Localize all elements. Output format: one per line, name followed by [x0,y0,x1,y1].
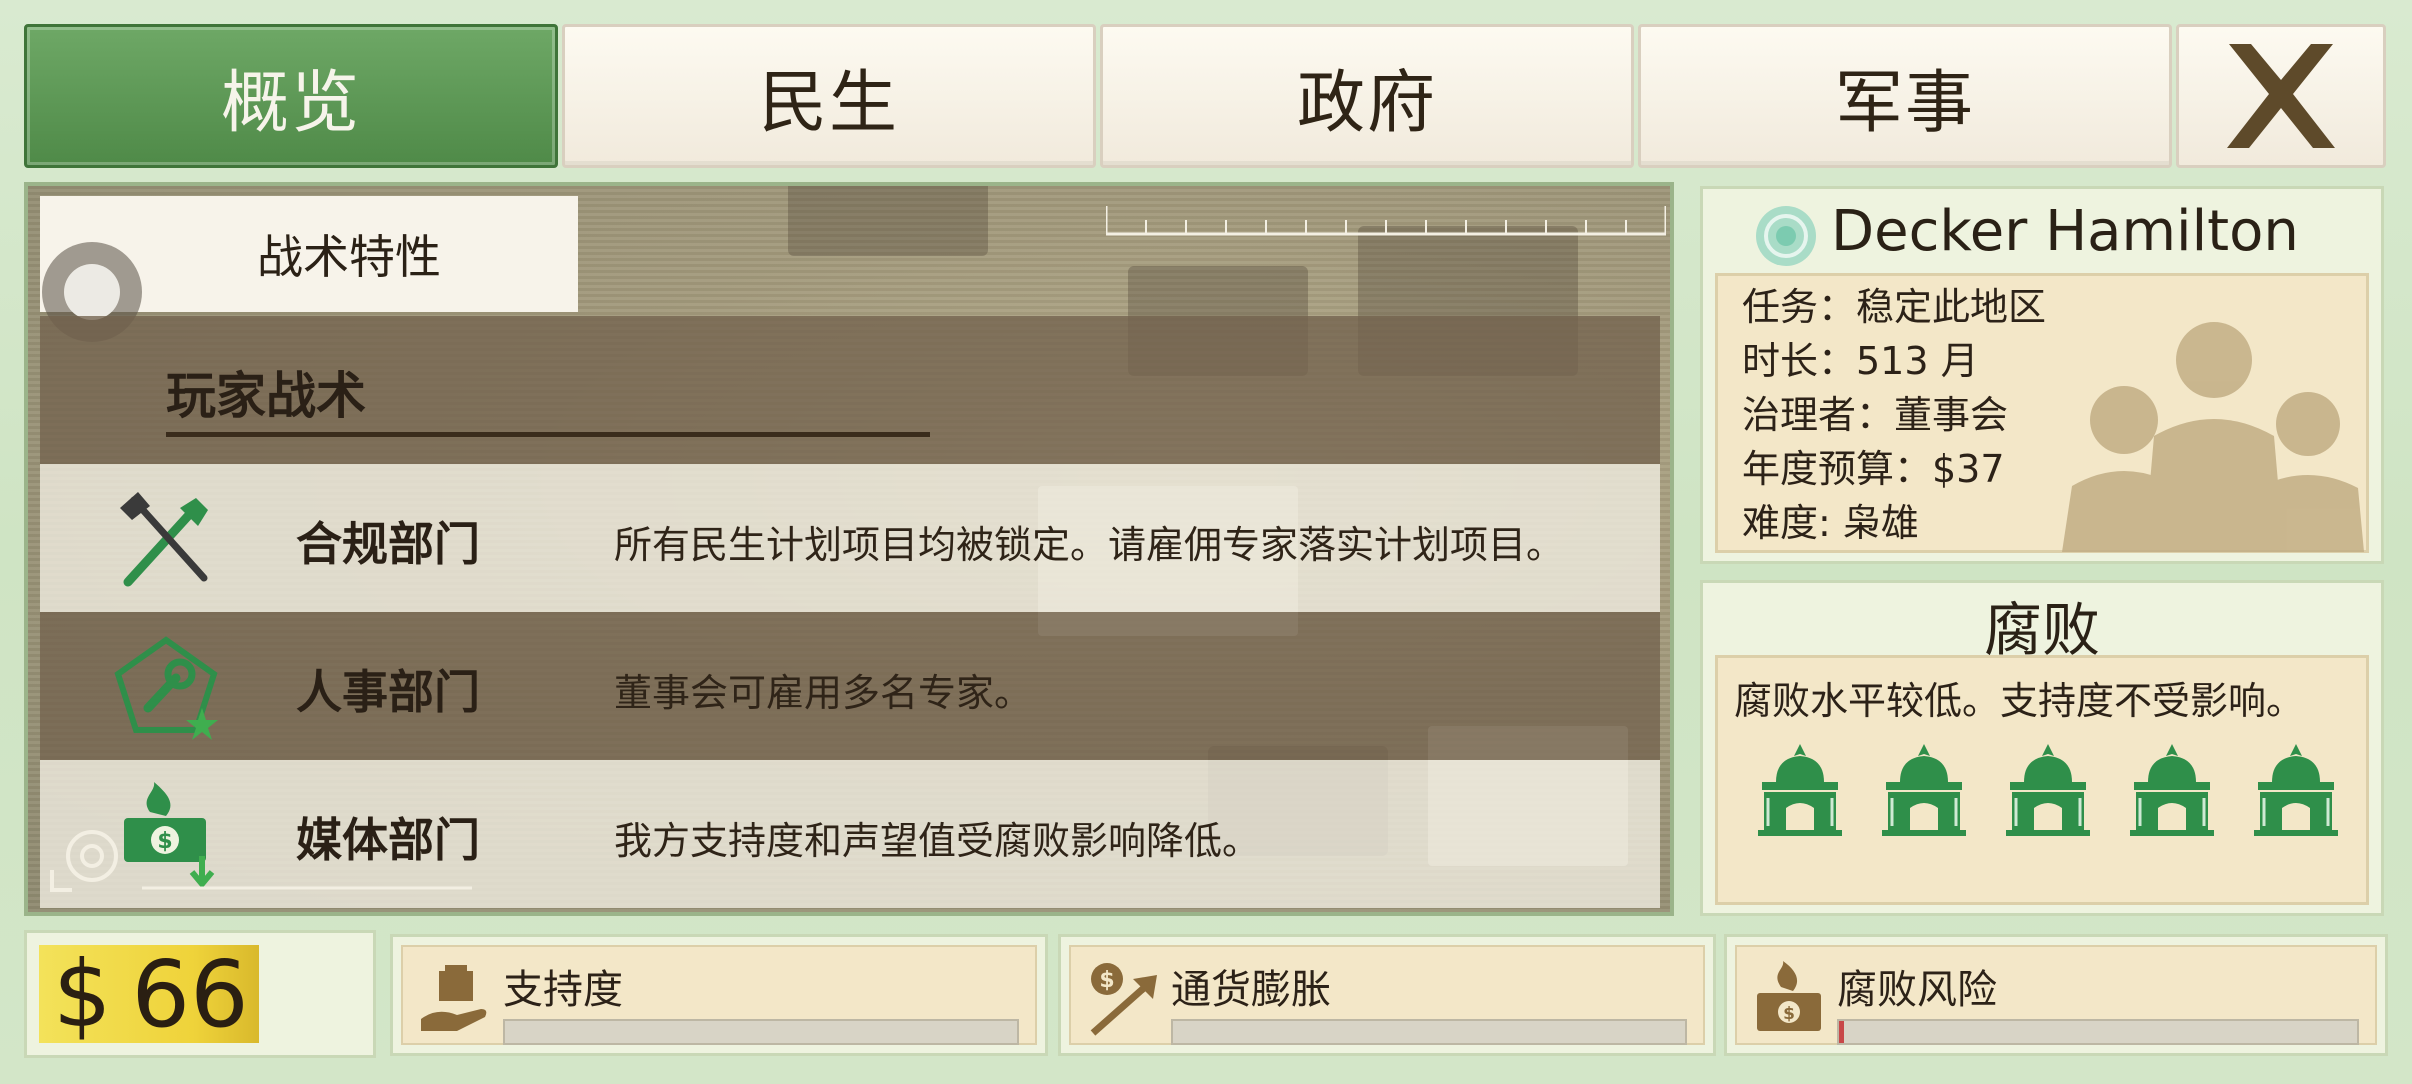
corruption-building-icon [2006,744,2090,836]
tab-government-label: 政府 [1296,63,1437,143]
tab-livelihood-label: 民生 [758,63,899,143]
money-display: $ 66 [24,930,376,1058]
target-decoration [50,830,472,892]
leader-name: Decker Hamilton [1831,199,2299,264]
tab-government[interactable]: 政府 [1100,24,1634,168]
close-button[interactable] [2176,24,2386,168]
duration-text: 时长：513 月 [1742,339,1979,383]
inflation-label: 通货膨胀 [1171,967,1331,1013]
corruption-risk-icon: $ [1757,961,1821,1031]
tab-military-label: 军事 [1834,63,1975,143]
budget-text: 年度预算：$37 [1742,447,2005,491]
corruption-building-icon [1882,744,1966,836]
trait-name: 人事部门 [296,665,480,719]
money-value: $ 66 [39,941,259,1048]
trait-desc: 所有民生计划项目均被锁定。请雇佣专家落实计划项目。 [614,523,1565,567]
corruption-building-icon [2130,744,2214,836]
governor-text: 治理者：董事会 [1742,393,2009,437]
support-label: 支持度 [503,967,623,1013]
tab-overview[interactable]: 概览 [24,24,558,168]
tools-cross-icon [120,492,208,587]
player-tactics-header: 玩家战术 [40,316,1660,464]
tab-livelihood[interactable]: 民生 [562,24,1096,168]
money-amount: 66 [131,940,249,1048]
corruption-card: 腐败 腐败水平较低。支持度不受影响。 [1700,580,2384,916]
svg-text:$: $ [1099,968,1114,993]
ruler-decoration [1106,206,1666,236]
svg-text:$: $ [1783,1004,1795,1024]
section-underline [166,432,930,437]
corruption-icons [1754,742,2354,842]
corruption-building-icon [2254,744,2338,836]
mission-text: 任务：稳定此地区 [1742,285,2047,329]
support-hand-icon [421,965,487,1031]
support-bar [503,1019,1019,1045]
corruption-risk-bar [1837,1019,2359,1045]
tab-overview-label: 概览 [220,63,361,143]
trait-desc: 董事会可雇用多名专家。 [614,671,1033,715]
profile-details: 任务：稳定此地区 时长：513 月 治理者：董事会 年度预算：$37 难度: 枭… [1715,273,2369,553]
tactical-traits-subtab-label: 战术特性 [257,230,441,284]
corruption-building-icon [1758,744,1842,836]
corruption-risk-stat[interactable]: $ 腐败风险 [1724,934,2388,1056]
corruption-risk-bar-fill [1839,1021,1845,1043]
player-tactics-title: 玩家战术 [166,367,366,425]
close-x-icon [2227,44,2335,148]
trait-row[interactable]: 合规部门 所有民生计划项目均被锁定。请雇佣专家落实计划项目。 [40,464,1660,612]
inflation-bar [1171,1019,1687,1045]
trait-name: 合规部门 [296,517,480,571]
traits-panel: 战术特性 玩家战术 合规部门 所有民生计划项目均被锁定。请雇佣专家落实计划项目。… [24,182,1674,916]
status-indicator-icon [1756,206,1816,266]
trait-desc: 我方支持度和声望值受腐败影响降低。 [614,819,1261,863]
corruption-details: 腐败水平较低。支持度不受影响。 [1715,655,2369,905]
support-stat[interactable]: 支持度 [390,934,1048,1056]
inflation-stat[interactable]: $ 通货膨胀 [1058,934,1716,1056]
difficulty-text: 难度: 枭雄 [1742,501,1919,545]
money-symbol: $ [53,940,112,1048]
tab-military[interactable]: 军事 [1638,24,2172,168]
corruption-text: 腐败水平较低。支持度不受影响。 [1734,679,2305,723]
inflation-arrow-icon: $ [1090,963,1157,1036]
profile-card: Decker Hamilton 任务：稳定此地区 时长：513 月 治理者：董事… [1700,186,2384,564]
trait-row[interactable]: 人事部门 董事会可雇用多名专家。 [40,612,1660,760]
board-silhouette-icon [2062,322,2364,552]
wrench-pentagon-icon [114,636,218,740]
corruption-risk-label: 腐败风险 [1837,967,1997,1013]
map-building [788,186,988,256]
